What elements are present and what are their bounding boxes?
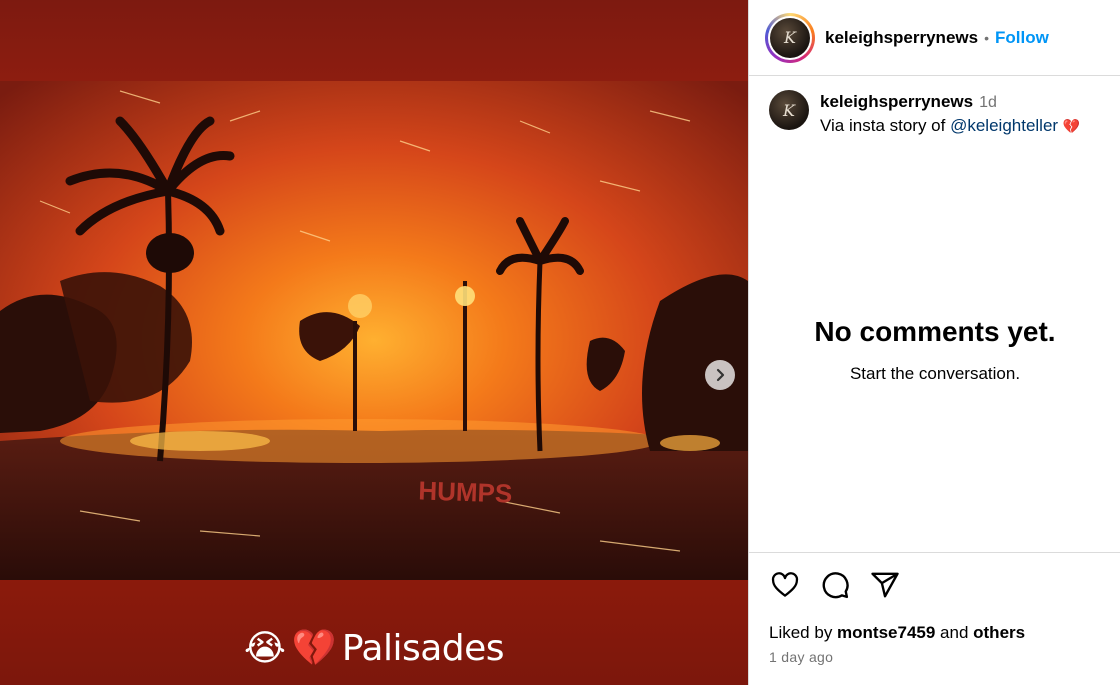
mention-link[interactable]: @keleighteller	[950, 116, 1058, 135]
follow-button[interactable]: Follow	[995, 28, 1049, 48]
post-header: K keleighsperrynews • Follow	[749, 0, 1120, 76]
post-timestamp: 1 day ago	[769, 649, 834, 665]
header-username[interactable]: keleighsperrynews	[825, 28, 978, 48]
caption-time: 1d	[979, 94, 997, 111]
empty-comments: No comments yet. Start the conversation.	[749, 316, 1120, 384]
comment-icon	[822, 572, 849, 599]
avatar-story-ring[interactable]: K	[765, 12, 815, 63]
post-footer: Liked by montse7459 and others 1 day ago	[749, 552, 1120, 685]
action-bar	[769, 569, 1101, 601]
separator-dot: •	[984, 29, 989, 46]
comment-button[interactable]	[819, 569, 851, 601]
caption-avatar[interactable]: K	[769, 90, 809, 130]
like-button[interactable]	[769, 569, 801, 601]
liked-by-mid: and	[935, 623, 974, 642]
post-caption: K keleighsperrynews 1d Via insta story of…	[749, 76, 1120, 138]
post-media: HUMPS 😭 💔 Palisades	[0, 0, 748, 685]
street-marking-text: HUMPS	[418, 475, 513, 508]
post-side-panel: K keleighsperrynews • Follow K keleighsp…	[748, 0, 1120, 685]
caption-text: Via insta story of	[820, 116, 951, 135]
liked-by-prefix: Liked by	[769, 623, 838, 642]
next-slide-button[interactable]	[705, 360, 735, 390]
likes-summary: Liked by montse7459 and others	[769, 623, 1101, 643]
liked-by-others[interactable]: others	[973, 623, 1025, 642]
caption-body: keleighsperrynews 1d Via insta story of @…	[820, 90, 1080, 138]
share-button[interactable]	[869, 569, 901, 601]
crying-face-emoji: 😭	[243, 627, 286, 669]
share-icon	[871, 572, 899, 598]
image-caption-text: Palisades	[341, 628, 505, 669]
empty-comments-title: No comments yet.	[814, 316, 1056, 347]
liked-by-user[interactable]: montse7459	[837, 623, 935, 642]
heart-icon	[771, 572, 799, 597]
avatar: K	[770, 17, 810, 58]
wildfire-photo: HUMPS	[0, 81, 748, 580]
caption-username[interactable]: keleighsperrynews	[820, 92, 973, 111]
image-caption: 😭 💔 Palisades	[0, 628, 748, 669]
broken-heart-emoji: 💔	[1062, 118, 1081, 134]
empty-comments-subtitle: Start the conversation.	[849, 364, 1021, 383]
media-top-band	[0, 0, 748, 81]
broken-heart-emoji: 💔	[291, 627, 337, 669]
chevron-right-icon	[716, 368, 725, 382]
